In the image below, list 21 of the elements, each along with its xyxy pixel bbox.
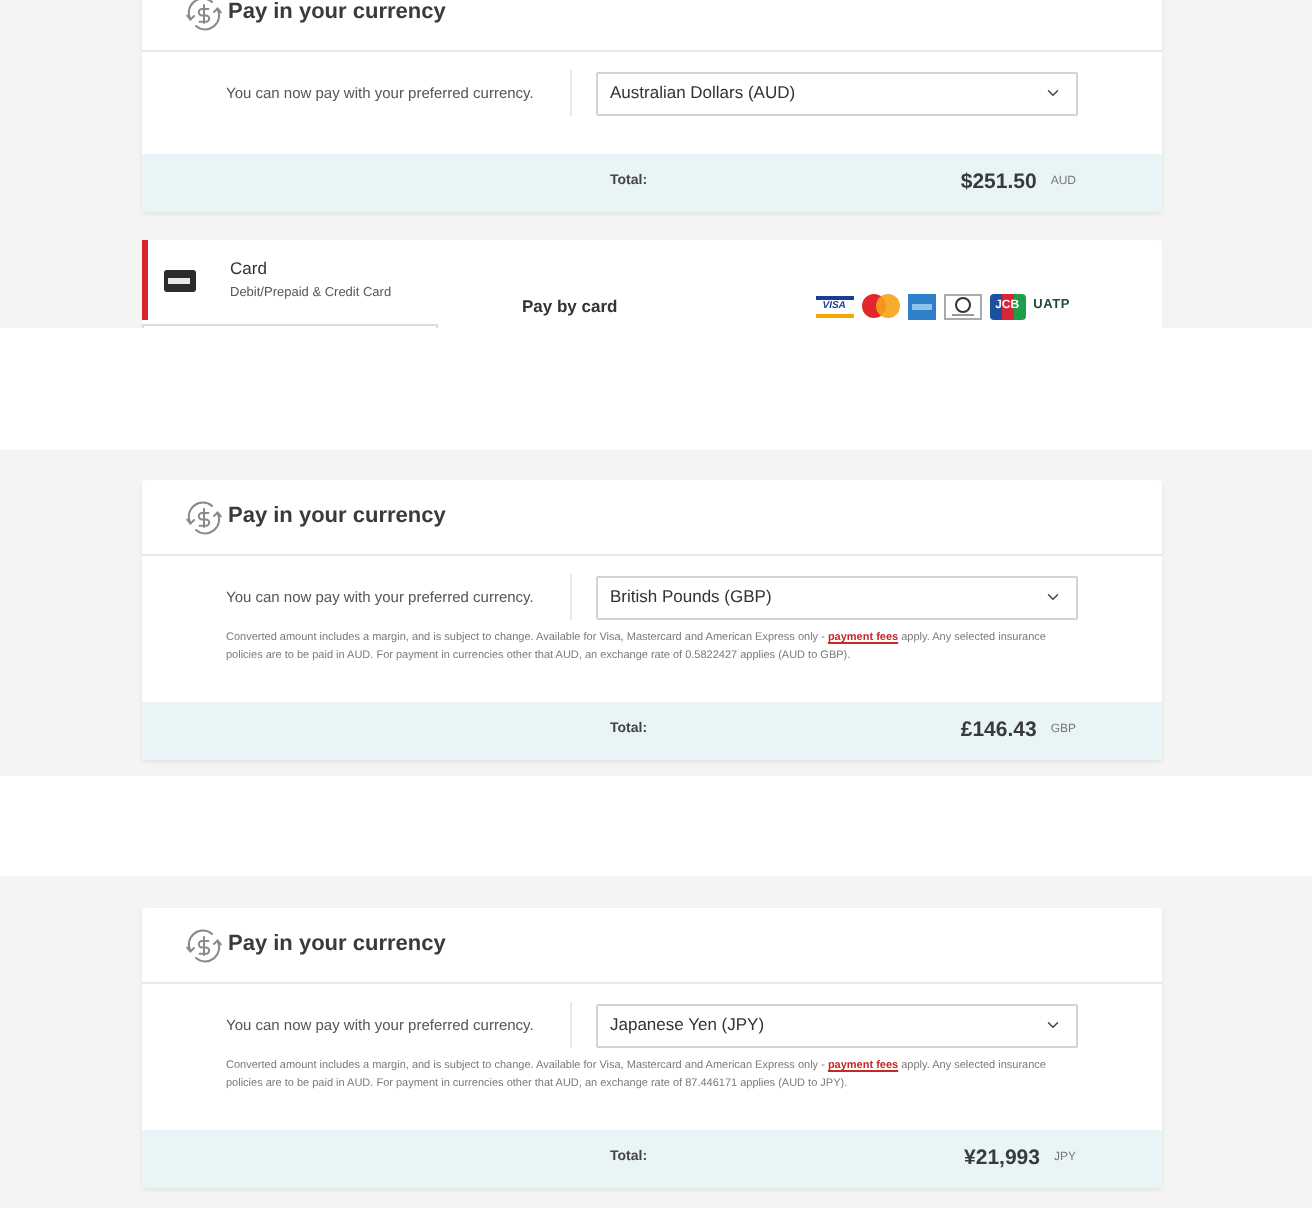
total-amount: £146.43 <box>960 715 1037 746</box>
payment-heading: Pay by card <box>522 294 618 318</box>
method-title: Card <box>230 258 269 280</box>
total-amount: ¥21,993 <box>964 1143 1040 1174</box>
currency-exchange-icon <box>184 497 224 537</box>
currency-exchange-icon <box>184 0 224 33</box>
chevron-down-icon <box>1044 1016 1062 1034</box>
total-amount: $251.50 <box>960 167 1037 198</box>
currency-select[interactable]: Japanese Yen (JPY) <box>596 1003 1078 1047</box>
panel-title: Pay in your currency <box>228 930 446 961</box>
chevron-down-icon <box>1044 588 1062 606</box>
panel-title: Pay in your currency <box>228 0 446 29</box>
currency-select[interactable]: British Pounds (GBP) <box>596 575 1078 619</box>
currency-select[interactable]: Australian Dollars (AUD) <box>596 71 1078 115</box>
overlapping-circles-icon <box>861 294 900 318</box>
chevron-down-icon <box>1044 84 1062 102</box>
panel-title: Pay in your currency <box>228 502 446 533</box>
square-card-icon <box>907 293 936 319</box>
currency-exchange-icon <box>184 925 224 965</box>
credit-card-icon <box>164 269 196 291</box>
round-emblem-icon <box>943 293 982 319</box>
